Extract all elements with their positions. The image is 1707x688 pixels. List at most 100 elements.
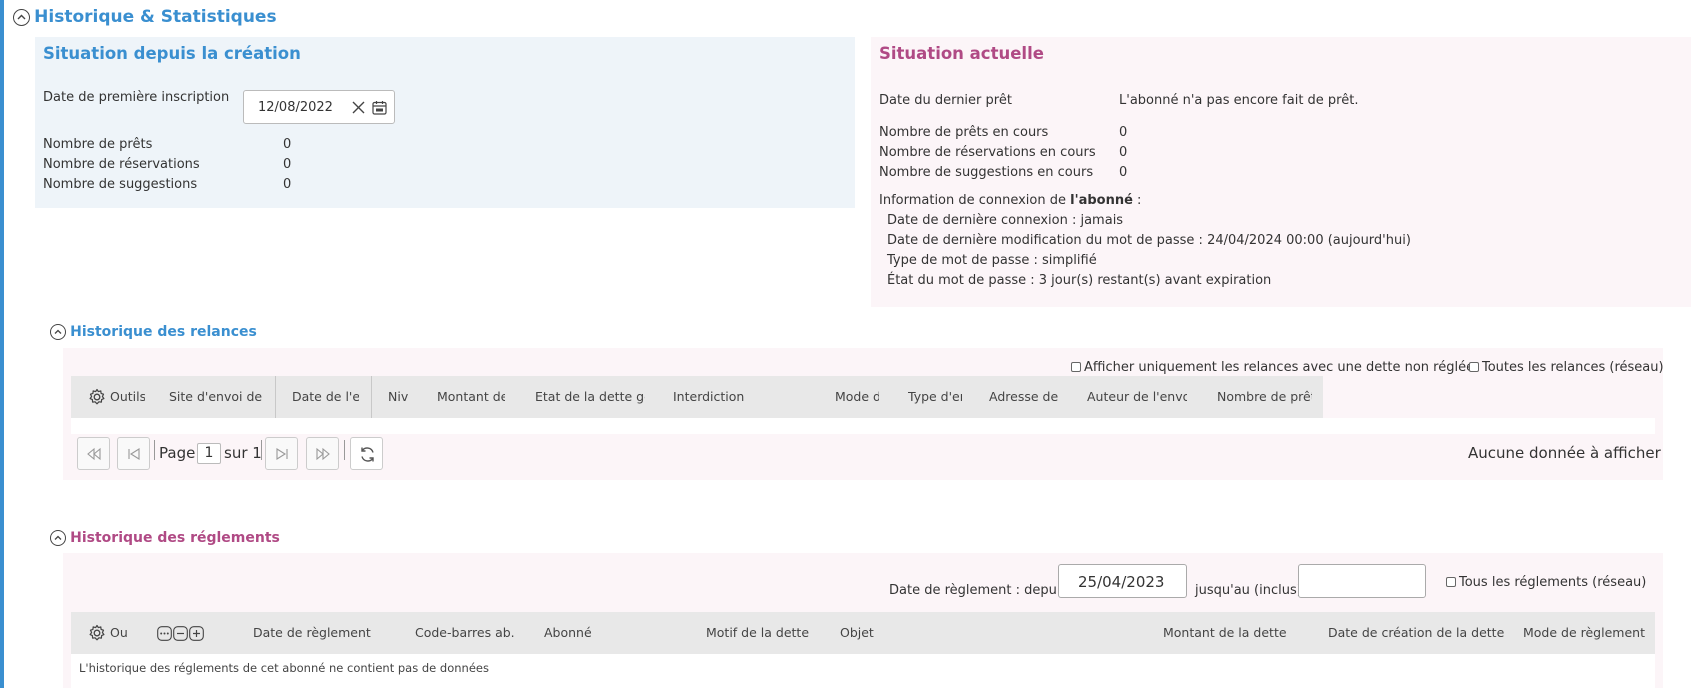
payment-date-from-label: Date de règlement : depuis <box>889 583 1068 598</box>
section-title: Historique & Statistiques <box>34 7 277 27</box>
column-divider[interactable] <box>371 376 372 418</box>
password-state-line: État du mot de passe : 3 jour(s) restant… <box>887 273 1272 288</box>
column-header[interactable]: Auteur de l'envoi <box>1087 389 1187 404</box>
relances-empty-message: Aucune donnée à afficher <box>1468 444 1661 462</box>
since-creation-title: Situation depuis la création <box>43 44 301 63</box>
current-loans-value: 0 <box>1119 125 1128 140</box>
suggestions-count-value: 0 <box>283 177 292 192</box>
reservations-count-label: Nombre de réservations <box>43 157 200 172</box>
current-reservations-value: 0 <box>1119 145 1128 160</box>
page-number-input[interactable]: 1 <box>197 443 221 464</box>
pager-separator <box>154 440 155 460</box>
last-loan-label: Date du dernier prêt <box>879 93 1012 108</box>
collapse-icon[interactable] <box>13 8 30 26</box>
expand-all-icon[interactable] <box>189 626 204 641</box>
relances-grid-body <box>71 418 1655 434</box>
gear-icon[interactable] <box>88 624 106 642</box>
last-page-button[interactable] <box>306 437 339 470</box>
reglements-network-label: Tous les réglements (réseau) <box>1459 575 1647 590</box>
password-type-line: Type de mot de passe : simplifié <box>887 253 1097 268</box>
first-registration-label: Date de première inscription <box>43 90 230 105</box>
column-header[interactable]: Montant de la dette <box>1163 625 1287 640</box>
arrow-right-icon <box>276 448 288 460</box>
double-arrow-right-icon <box>316 447 330 461</box>
current-suggestions-value: 0 <box>1119 165 1128 180</box>
column-header[interactable]: Nive <box>388 389 409 404</box>
relances-network-checkbox[interactable] <box>1469 362 1479 372</box>
calendar-icon[interactable] <box>372 100 387 115</box>
column-header[interactable]: Date de création de la dette <box>1328 625 1504 640</box>
column-header[interactable]: Etat de la dette gé <box>535 389 645 404</box>
unpaid-filter-label: Afficher uniquement les relances avec un… <box>1084 360 1475 375</box>
column-header[interactable]: Date de règlement <box>253 625 371 640</box>
connection-info-subject: l'abonné <box>1070 193 1133 208</box>
next-page-button[interactable] <box>265 437 298 470</box>
pager-separator <box>344 440 345 460</box>
tools-menu[interactable]: Outils <box>110 389 145 404</box>
tools-menu[interactable]: Ou <box>110 625 128 640</box>
connection-info-prefix: Information de connexion de <box>879 193 1071 208</box>
first-page-button[interactable] <box>77 437 110 470</box>
current-situation-title: Situation actuelle <box>879 44 1044 63</box>
column-header[interactable]: Mode d' <box>835 389 879 404</box>
reglements-network-filter[interactable]: Tous les réglements (réseau) <box>1446 575 1646 590</box>
arrow-left-icon <box>128 448 140 460</box>
column-header[interactable]: Date de l'er <box>292 389 359 404</box>
payment-date-to-field[interactable] <box>1298 564 1426 598</box>
first-registration-date-value: 12/08/2022 <box>258 100 333 115</box>
reglements-section-header[interactable]: Historique des réglements <box>50 530 280 546</box>
column-header[interactable]: Adresse des <box>989 389 1058 404</box>
column-header[interactable]: Type d'er <box>908 389 962 404</box>
column-header[interactable]: Objet <box>840 625 874 640</box>
relances-section-header[interactable]: Historique des relances <box>50 324 257 340</box>
column-header[interactable]: Abonné <box>544 625 592 640</box>
reglements-empty-message: L'historique des réglements de cet abonn… <box>79 661 489 675</box>
double-arrow-left-icon <box>87 447 101 461</box>
column-header[interactable]: Code-barres ab. <box>415 625 515 640</box>
previous-page-button[interactable] <box>117 437 150 470</box>
loans-count-label: Nombre de prêts <box>43 137 153 152</box>
section-accent-bar <box>0 0 4 688</box>
payment-date-to-label: jusqu'au (inclus) <box>1195 583 1302 598</box>
relances-network-label: Toutes les relances (réseau) <box>1482 360 1664 375</box>
column-divider[interactable] <box>275 376 276 418</box>
reservations-count-value: 0 <box>283 157 292 172</box>
history-section-header[interactable]: Historique & Statistiques <box>13 7 277 27</box>
suggestions-count-label: Nombre de suggestions <box>43 177 198 192</box>
unpaid-filter-checkbox[interactable] <box>1071 362 1081 372</box>
password-modified-line: Date de dernière modification du mot de … <box>887 233 1411 248</box>
column-header[interactable]: Nombre de prêt <box>1217 389 1312 404</box>
gear-icon[interactable] <box>88 388 106 406</box>
clear-icon[interactable] <box>352 101 365 114</box>
current-loans-label: Nombre de prêts en cours <box>879 125 1049 140</box>
last-connection-line: Date de dernière connexion : jamais <box>887 213 1124 228</box>
current-reservations-label: Nombre de réservations en cours <box>879 145 1096 160</box>
page-total-label: sur 1 <box>224 444 262 462</box>
relances-network-filter[interactable]: Toutes les relances (réseau) <box>1469 360 1664 375</box>
reglements-title: Historique des réglements <box>70 530 280 546</box>
connection-info-heading: Information de connexion de l'abonné : <box>879 193 1141 208</box>
connection-info-suffix: : <box>1132 193 1142 208</box>
last-loan-value: L'abonné n'a pas encore fait de prêt. <box>1119 93 1359 108</box>
collapse-icon[interactable] <box>50 324 66 340</box>
column-header[interactable]: Montant de <box>437 389 505 404</box>
reglements-network-checkbox[interactable] <box>1446 577 1456 587</box>
unpaid-filter[interactable]: Afficher uniquement les relances avec un… <box>1071 360 1474 375</box>
first-registration-date-field[interactable]: 12/08/2022 <box>243 90 395 124</box>
more-icon[interactable] <box>157 626 172 641</box>
column-header[interactable]: Motif de la dette <box>706 625 809 640</box>
column-header[interactable]: Mode de règlement <box>1523 625 1645 640</box>
column-header[interactable]: Site d'envoi de l <box>169 389 263 404</box>
relances-header-row: Outils Site d'envoi de l Date de l'er Ni… <box>71 376 1323 418</box>
refresh-icon <box>361 447 374 462</box>
refresh-button[interactable] <box>350 437 383 470</box>
reglements-header-row: Ou Date de règlement Code-barres ab. Abo… <box>71 612 1655 654</box>
payment-date-from-value: 25/04/2023 <box>1078 573 1165 591</box>
current-suggestions-label: Nombre de suggestions en cours <box>879 165 1094 180</box>
column-header[interactable]: Interdiction <box>673 389 753 404</box>
collapse-icon[interactable] <box>50 530 66 546</box>
page-label: Page <box>159 444 196 462</box>
relances-title: Historique des relances <box>70 324 257 340</box>
collapse-all-icon[interactable] <box>173 626 188 641</box>
payment-date-from-field[interactable]: 25/04/2023 <box>1058 564 1187 598</box>
